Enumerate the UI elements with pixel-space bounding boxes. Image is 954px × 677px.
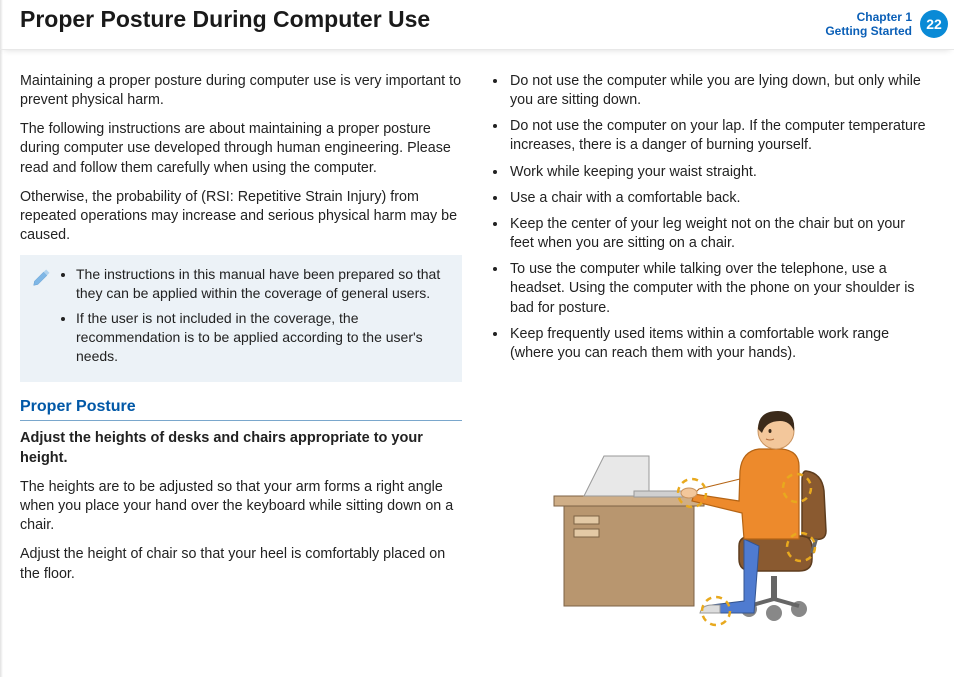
- chapter-number: Chapter 1: [825, 10, 912, 24]
- left-column: Maintaining a proper posture during comp…: [20, 72, 462, 641]
- right-column: Do not use the computer while you are ly…: [488, 72, 930, 641]
- list-item: Keep frequently used items within a comf…: [508, 325, 930, 363]
- intro-paragraph-2: The following instructions are about mai…: [20, 120, 462, 177]
- list-item: Use a chair with a comfortable back.: [508, 189, 930, 208]
- page-title: Proper Posture During Computer Use: [20, 6, 825, 33]
- list-item: Work while keeping your waist straight.: [508, 163, 930, 182]
- note-icon: [32, 265, 52, 371]
- list-item: Do not use the computer on your lap. If …: [508, 117, 930, 155]
- page-edge-shadow: [0, 0, 3, 677]
- note-item: If the user is not included in the cover…: [76, 309, 448, 366]
- page-number: 22: [926, 16, 942, 32]
- note-box: The instructions in this manual have bee…: [20, 255, 462, 381]
- list-item: To use the computer while talking over t…: [508, 260, 930, 317]
- body-paragraph: Adjust the height of chair so that your …: [20, 545, 462, 583]
- intro-paragraph-1: Maintaining a proper posture during comp…: [20, 72, 462, 110]
- sub-heading: Adjust the heights of desks and chairs a…: [20, 429, 462, 468]
- chapter-info: Chapter 1 Getting Started: [825, 6, 912, 39]
- page-number-badge: 22: [920, 10, 948, 38]
- page-header: Proper Posture During Computer Use Chapt…: [0, 0, 954, 50]
- section-heading: Proper Posture: [20, 396, 462, 421]
- list-item: Keep the center of your leg weight not o…: [508, 215, 930, 253]
- list-item: Do not use the computer while you are ly…: [508, 72, 930, 110]
- chapter-name: Getting Started: [825, 24, 912, 38]
- header-right: Chapter 1 Getting Started 22: [825, 6, 954, 39]
- intro-paragraph-3: Otherwise, the probability of (RSI: Repe…: [20, 188, 462, 245]
- note-list: The instructions in this manual have bee…: [60, 265, 448, 371]
- posture-illustration: [488, 381, 930, 641]
- note-item: The instructions in this manual have bee…: [76, 265, 448, 303]
- posture-bullet-list: Do not use the computer while you are ly…: [488, 72, 930, 363]
- page-content: Maintaining a proper posture during comp…: [0, 50, 954, 641]
- body-paragraph: The heights are to be adjusted so that y…: [20, 478, 462, 535]
